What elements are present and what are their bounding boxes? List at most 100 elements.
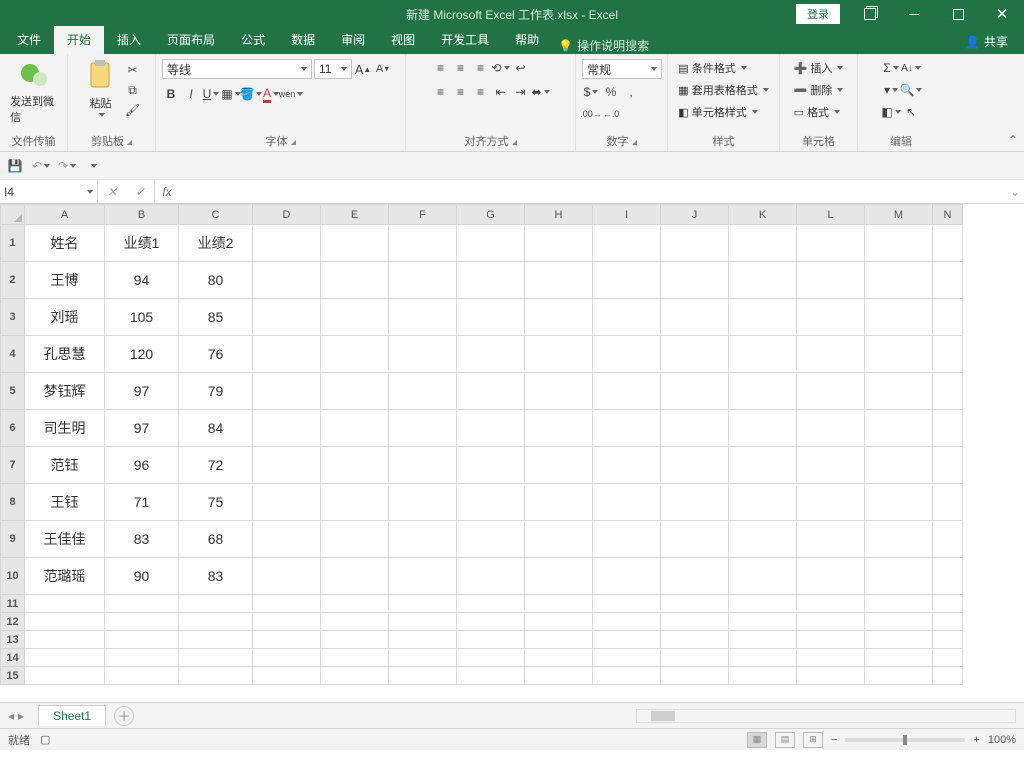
- cell[interactable]: [593, 521, 661, 558]
- cell[interactable]: [729, 484, 797, 521]
- tell-me-search[interactable]: 💡 操作说明搜索: [552, 37, 655, 54]
- expand-formula-bar-button[interactable]: ⌄: [1010, 185, 1020, 199]
- cell[interactable]: [933, 595, 963, 613]
- cell[interactable]: [729, 225, 797, 262]
- cell[interactable]: [593, 595, 661, 613]
- close-button[interactable]: ✕: [980, 0, 1024, 28]
- cell[interactable]: [321, 484, 389, 521]
- cell[interactable]: [179, 631, 253, 649]
- cell[interactable]: [457, 484, 525, 521]
- cell[interactable]: [865, 447, 933, 484]
- number-format-combo[interactable]: 常规: [582, 59, 662, 79]
- cell[interactable]: [661, 558, 729, 595]
- font-size-combo[interactable]: 11: [314, 59, 352, 79]
- cell[interactable]: [321, 667, 389, 685]
- cell[interactable]: [865, 613, 933, 631]
- cell[interactable]: [457, 410, 525, 447]
- decrease-decimal-button[interactable]: ←.0: [602, 105, 620, 123]
- cell[interactable]: [661, 336, 729, 373]
- cell[interactable]: [389, 410, 457, 447]
- cell[interactable]: 业绩1: [105, 225, 179, 262]
- cell[interactable]: [457, 558, 525, 595]
- cell[interactable]: [729, 336, 797, 373]
- cell[interactable]: [253, 410, 321, 447]
- cell[interactable]: [525, 262, 593, 299]
- cell[interactable]: [933, 373, 963, 410]
- cell[interactable]: [321, 447, 389, 484]
- cell[interactable]: [25, 613, 105, 631]
- cell[interactable]: [593, 613, 661, 631]
- cell[interactable]: [457, 447, 525, 484]
- row-header[interactable]: 7: [1, 447, 25, 484]
- cell[interactable]: [321, 613, 389, 631]
- new-sheet-button[interactable]: ＋: [114, 706, 134, 726]
- cell[interactable]: [525, 484, 593, 521]
- cell[interactable]: [389, 558, 457, 595]
- borders-button[interactable]: ▦: [222, 85, 240, 103]
- cell[interactable]: [457, 667, 525, 685]
- cell[interactable]: [25, 649, 105, 667]
- cell[interactable]: [389, 649, 457, 667]
- fx-icon[interactable]: fx: [155, 180, 179, 203]
- cell[interactable]: [593, 262, 661, 299]
- share-button[interactable]: 👤 共享: [965, 33, 1008, 50]
- cell[interactable]: [389, 447, 457, 484]
- tab-data[interactable]: 数据: [278, 26, 328, 54]
- cell[interactable]: [389, 225, 457, 262]
- column-header[interactable]: H: [525, 205, 593, 225]
- undo-button[interactable]: ↶: [32, 157, 50, 175]
- format-cells-button[interactable]: ▭格式: [792, 103, 842, 121]
- bold-button[interactable]: B: [162, 85, 180, 103]
- tab-formulas[interactable]: 公式: [228, 26, 278, 54]
- cell[interactable]: [253, 225, 321, 262]
- tab-scroll-left-button[interactable]: ◂: [8, 709, 14, 723]
- font-color-button[interactable]: A: [262, 85, 280, 103]
- qat-customize-button[interactable]: [84, 157, 102, 175]
- cell[interactable]: [661, 521, 729, 558]
- cell[interactable]: 刘瑶: [25, 299, 105, 336]
- cell[interactable]: [729, 447, 797, 484]
- cell[interactable]: 84: [179, 410, 253, 447]
- column-header[interactable]: A: [25, 205, 105, 225]
- cell[interactable]: [797, 484, 865, 521]
- cell[interactable]: [797, 225, 865, 262]
- cell[interactable]: 97: [105, 410, 179, 447]
- cell[interactable]: [661, 484, 729, 521]
- redo-button[interactable]: ↷: [58, 157, 76, 175]
- cell[interactable]: [933, 225, 963, 262]
- cell[interactable]: [593, 447, 661, 484]
- row-header[interactable]: 12: [1, 613, 25, 631]
- cell[interactable]: [179, 667, 253, 685]
- cell[interactable]: [321, 299, 389, 336]
- cell[interactable]: [865, 373, 933, 410]
- cell[interactable]: [797, 595, 865, 613]
- cell[interactable]: [797, 521, 865, 558]
- row-header[interactable]: 1: [1, 225, 25, 262]
- cell[interactable]: [865, 225, 933, 262]
- cell[interactable]: [253, 484, 321, 521]
- column-header[interactable]: N: [933, 205, 963, 225]
- cell[interactable]: [729, 667, 797, 685]
- cell[interactable]: [25, 631, 105, 649]
- name-box[interactable]: I4: [0, 180, 98, 203]
- cell[interactable]: [253, 521, 321, 558]
- cell[interactable]: [933, 484, 963, 521]
- row-header[interactable]: 10: [1, 558, 25, 595]
- underline-button[interactable]: U: [202, 85, 220, 103]
- cell[interactable]: [525, 521, 593, 558]
- increase-font-button[interactable]: A▲: [354, 60, 372, 78]
- cell[interactable]: [593, 631, 661, 649]
- cell[interactable]: 业绩2: [179, 225, 253, 262]
- cell[interactable]: [933, 558, 963, 595]
- cell[interactable]: [179, 613, 253, 631]
- cell[interactable]: [389, 484, 457, 521]
- format-as-table-button[interactable]: ▦套用表格格式: [676, 81, 770, 99]
- cell[interactable]: [525, 649, 593, 667]
- collapse-ribbon-button[interactable]: ⌃: [1008, 133, 1018, 147]
- currency-button[interactable]: $: [582, 83, 600, 101]
- zoom-in-button[interactable]: +: [973, 734, 979, 746]
- tab-file[interactable]: 文件: [4, 26, 54, 54]
- cell[interactable]: [661, 595, 729, 613]
- wrap-text-button[interactable]: ↩: [512, 59, 530, 77]
- italic-button[interactable]: I: [182, 85, 200, 103]
